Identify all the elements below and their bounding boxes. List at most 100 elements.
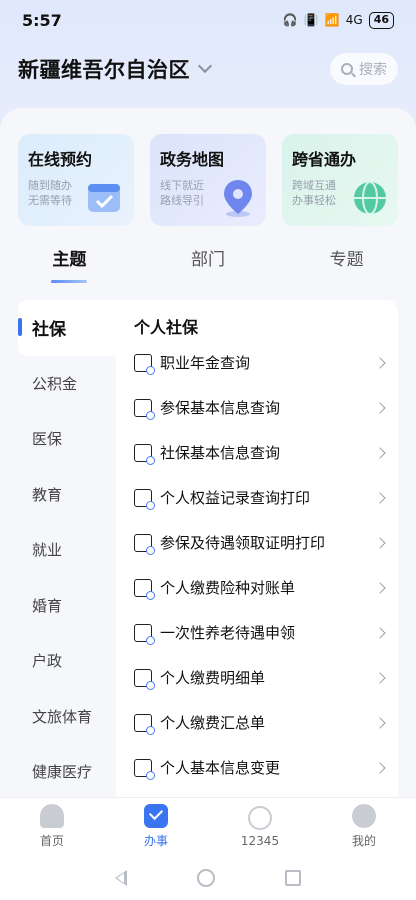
category-label: 健康医疗 [32,763,93,782]
service-card-subtitle: 线下就近 路线导引 [160,178,256,208]
service-card-map[interactable]: 政务地图 线下就近 路线导引 [150,134,266,226]
battery-icon: 46 [368,11,394,29]
chevron-right-icon [374,536,386,549]
service-card-title: 跨省通办 [292,150,357,169]
category-label: 医保 [32,430,63,449]
network-label: 4G [345,13,363,27]
category-culture-sports[interactable]: 文旅体育 [0,689,116,745]
category-marriage-birth[interactable]: 婚育 [0,578,116,634]
headphone-icon: 🎧 [282,13,298,27]
recent-apps-icon[interactable] [285,869,301,886]
status-time: 5:57 [22,10,62,30]
category-social-security[interactable]: 社保 [18,300,116,356]
pension-icon [134,623,155,645]
panel-title: 个人社保 [134,318,199,337]
service-card-appointment[interactable]: 在线预约 随到随办 无需等待 [18,134,134,226]
category-housing-fund[interactable]: 公积金 [0,356,116,412]
item-panel: 个人社保 职业年金查询 参保基本信息查询 社保基本信息查询 个人权益记录查询打印… [116,300,398,798]
list-item[interactable]: 职业年金查询 [116,340,398,385]
region-selector[interactable]: 新疆维吾尔自治区 [18,54,213,84]
status-icons: 🎧 📳 📶 4G 46 [282,11,394,29]
document-icon [134,398,155,420]
chevron-right-icon [374,356,386,369]
category-list: 社保 公积金 医保 教育 就业 婚育 户政 文旅体育 健康医疗 [0,300,116,798]
chevron-down-icon [197,58,213,74]
crown-icon [134,488,155,510]
tab-theme[interactable]: 主题 [0,248,139,288]
service-card-title: 在线预约 [28,150,93,169]
chevron-right-icon [374,581,386,594]
status-bar: 5:57 🎧 📳 📶 4G 46 [0,0,416,40]
service-cards: 在线预约 随到随办 无需等待 政务地图 线下就近 路线导引 跨省通办 跨域互通 … [18,134,398,226]
tab-bar: 主题 部门 专题 [0,248,416,288]
chevron-right-icon [374,401,386,414]
search-placeholder: 搜索 [359,62,387,78]
item-label: 职业年金查询 [160,354,251,372]
printer-icon [134,533,155,555]
category-medical-insurance[interactable]: 医保 [0,411,116,467]
service-card-subtitle: 跨域互通 办事轻松 [292,178,388,208]
category-household[interactable]: 户政 [0,633,116,689]
document-icon [134,578,155,600]
list-item[interactable]: 个人权益记录查询打印 [116,475,398,520]
category-label: 婚育 [32,596,63,615]
nav-hotline[interactable]: 12345 [208,798,312,855]
category-education[interactable]: 教育 [0,467,116,523]
document-icon [134,443,155,465]
system-nav-bar [0,855,416,900]
item-label: 一次性养老待遇申领 [160,624,296,642]
tab-special[interactable]: 专题 [277,248,416,288]
back-icon[interactable] [115,869,127,886]
item-label: 个人缴费明细单 [160,669,266,687]
region-title: 新疆维吾尔自治区 [18,58,190,82]
home-circle-icon[interactable] [197,868,215,887]
list-item[interactable]: 参保基本信息查询 [116,385,398,430]
item-label: 社保基本信息查询 [160,444,281,462]
item-label: 参保基本信息查询 [160,399,281,417]
nav-home[interactable]: 首页 [0,798,104,855]
profile-icon [352,804,376,828]
list-item[interactable]: 个人缴费险种对账单 [116,565,398,610]
subtitle-line: 线下就近 [160,179,204,192]
document-icon [134,353,155,375]
search-button[interactable]: 搜索 [330,53,398,85]
search-icon [341,63,353,75]
category-label: 文旅体育 [32,707,93,726]
subtitle-line: 无需等待 [28,194,72,207]
main-card: 在线预约 随到随办 无需等待 政务地图 线下就近 路线导引 跨省通办 跨域互通 … [0,108,416,798]
nav-label: 办事 [143,834,168,848]
bottom-nav: 首页 办事 12345 我的 [0,797,416,855]
chevron-right-icon [374,716,386,729]
list-item[interactable]: 个人缴费明细单 [116,655,398,700]
nav-mine[interactable]: 我的 [312,798,416,855]
item-label: 个人基本信息变更 [160,759,281,777]
chevron-right-icon [374,491,386,504]
tab-label: 专题 [329,250,364,270]
nav-label: 12345 [240,833,280,848]
wifi-icon: 📶 [324,13,340,27]
service-card-cross-province[interactable]: 跨省通办 跨域互通 办事轻松 [282,134,398,226]
app-header: 新疆维吾尔自治区 搜索 [0,48,416,90]
list-item[interactable]: 参保及待遇领取证明打印 [116,520,398,565]
edit-document-icon [134,758,155,780]
work-icon [144,804,168,828]
list-item[interactable]: 一次性养老待遇申领 [116,610,398,655]
item-label: 个人权益记录查询打印 [160,489,311,507]
list-item[interactable]: 个人基本信息变更 [116,745,398,790]
list-item[interactable]: 社保基本信息查询 [116,430,398,475]
list-item[interactable]: 个人缴费汇总单 [116,700,398,745]
tab-department[interactable]: 部门 [139,248,278,288]
list-icon [134,668,155,690]
category-health[interactable]: 健康医疗 [0,744,116,800]
category-label: 就业 [32,541,63,560]
service-card-subtitle: 随到随办 无需等待 [28,178,124,208]
subtitle-line: 随到随办 [28,179,72,192]
tab-active-indicator [51,280,88,283]
subtitle-line: 跨域互通 [292,179,336,192]
nav-work[interactable]: 办事 [104,798,208,855]
vibrate-icon: 📳 [303,13,319,27]
category-employment[interactable]: 就业 [0,522,116,578]
chevron-right-icon [374,626,386,639]
subtitle-line: 路线导引 [160,194,204,207]
category-label: 公积金 [32,374,78,393]
